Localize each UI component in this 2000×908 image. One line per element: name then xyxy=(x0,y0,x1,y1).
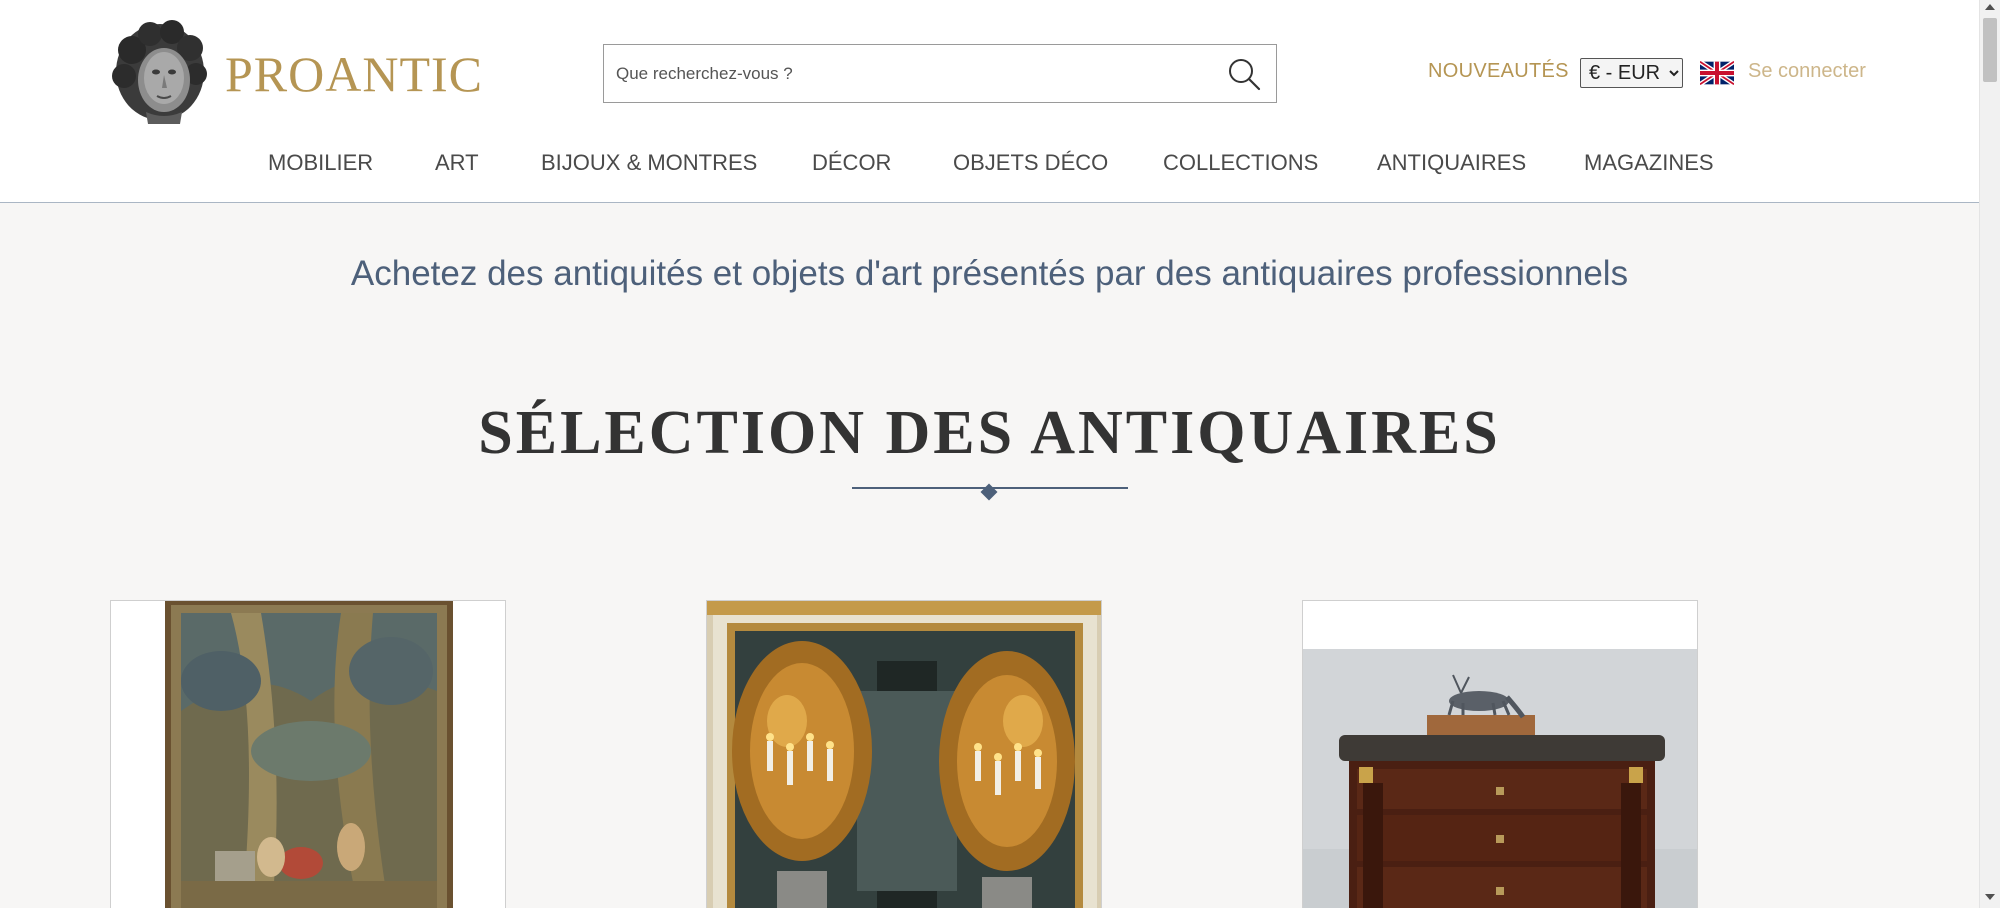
section-title: SÉLECTION DES ANTIQUAIRES xyxy=(478,399,1501,467)
tagline: Achetez des antiquités et objets d'art p… xyxy=(350,254,1629,293)
product-card-2[interactable] xyxy=(706,600,1102,908)
search-input[interactable] xyxy=(616,45,1206,102)
scroll-down-arrow-icon[interactable] xyxy=(1985,894,1995,900)
nav-item-antiquaires[interactable]: ANTIQUAIRES xyxy=(1377,150,1526,176)
nav-item-art[interactable]: ART xyxy=(435,150,479,176)
site-header: PROANTIC NOUVEAUTÉS € - EUR Se connecter… xyxy=(0,0,1979,203)
nav-item-decor[interactable]: DÉCOR xyxy=(812,150,891,176)
logo-head-icon[interactable] xyxy=(110,20,210,124)
scroll-thumb[interactable] xyxy=(1983,18,1997,82)
nav-item-magazines[interactable]: MAGAZINES xyxy=(1584,150,1714,176)
nav-item-bijoux-montres[interactable]: BIJOUX & MONTRES xyxy=(541,150,757,176)
uk-flag-icon[interactable] xyxy=(1700,61,1734,85)
nav-item-objets-deco[interactable]: OBJETS DÉCO xyxy=(953,150,1108,176)
scroll-up-arrow-icon[interactable] xyxy=(1985,4,1995,10)
mahogany-commode-with-deer-bronze-image[interactable] xyxy=(1303,601,1698,908)
search-icon[interactable] xyxy=(1226,56,1262,92)
nav-item-collections[interactable]: COLLECTIONS xyxy=(1163,150,1318,176)
page-scrollbar[interactable] xyxy=(1979,0,2000,908)
nav-item-mobilier[interactable]: MOBILIER xyxy=(268,150,373,176)
login-link[interactable]: Se connecter xyxy=(1748,60,1866,83)
product-card-3[interactable] xyxy=(1302,600,1698,908)
nouveautes-link[interactable]: NOUVEAUTÉS xyxy=(1428,60,1569,83)
brand-name[interactable]: PROANTIC xyxy=(225,45,483,103)
main-nav: MOBILIER ART BIJOUX & MONTRES DÉCOR OBJE… xyxy=(0,146,1979,182)
gilded-candelabra-pair-image[interactable] xyxy=(707,601,1102,908)
tapestry-image[interactable] xyxy=(111,601,506,908)
currency-select[interactable]: € - EUR xyxy=(1580,58,1683,88)
search-bar xyxy=(603,44,1277,103)
product-card-1[interactable] xyxy=(110,600,506,908)
